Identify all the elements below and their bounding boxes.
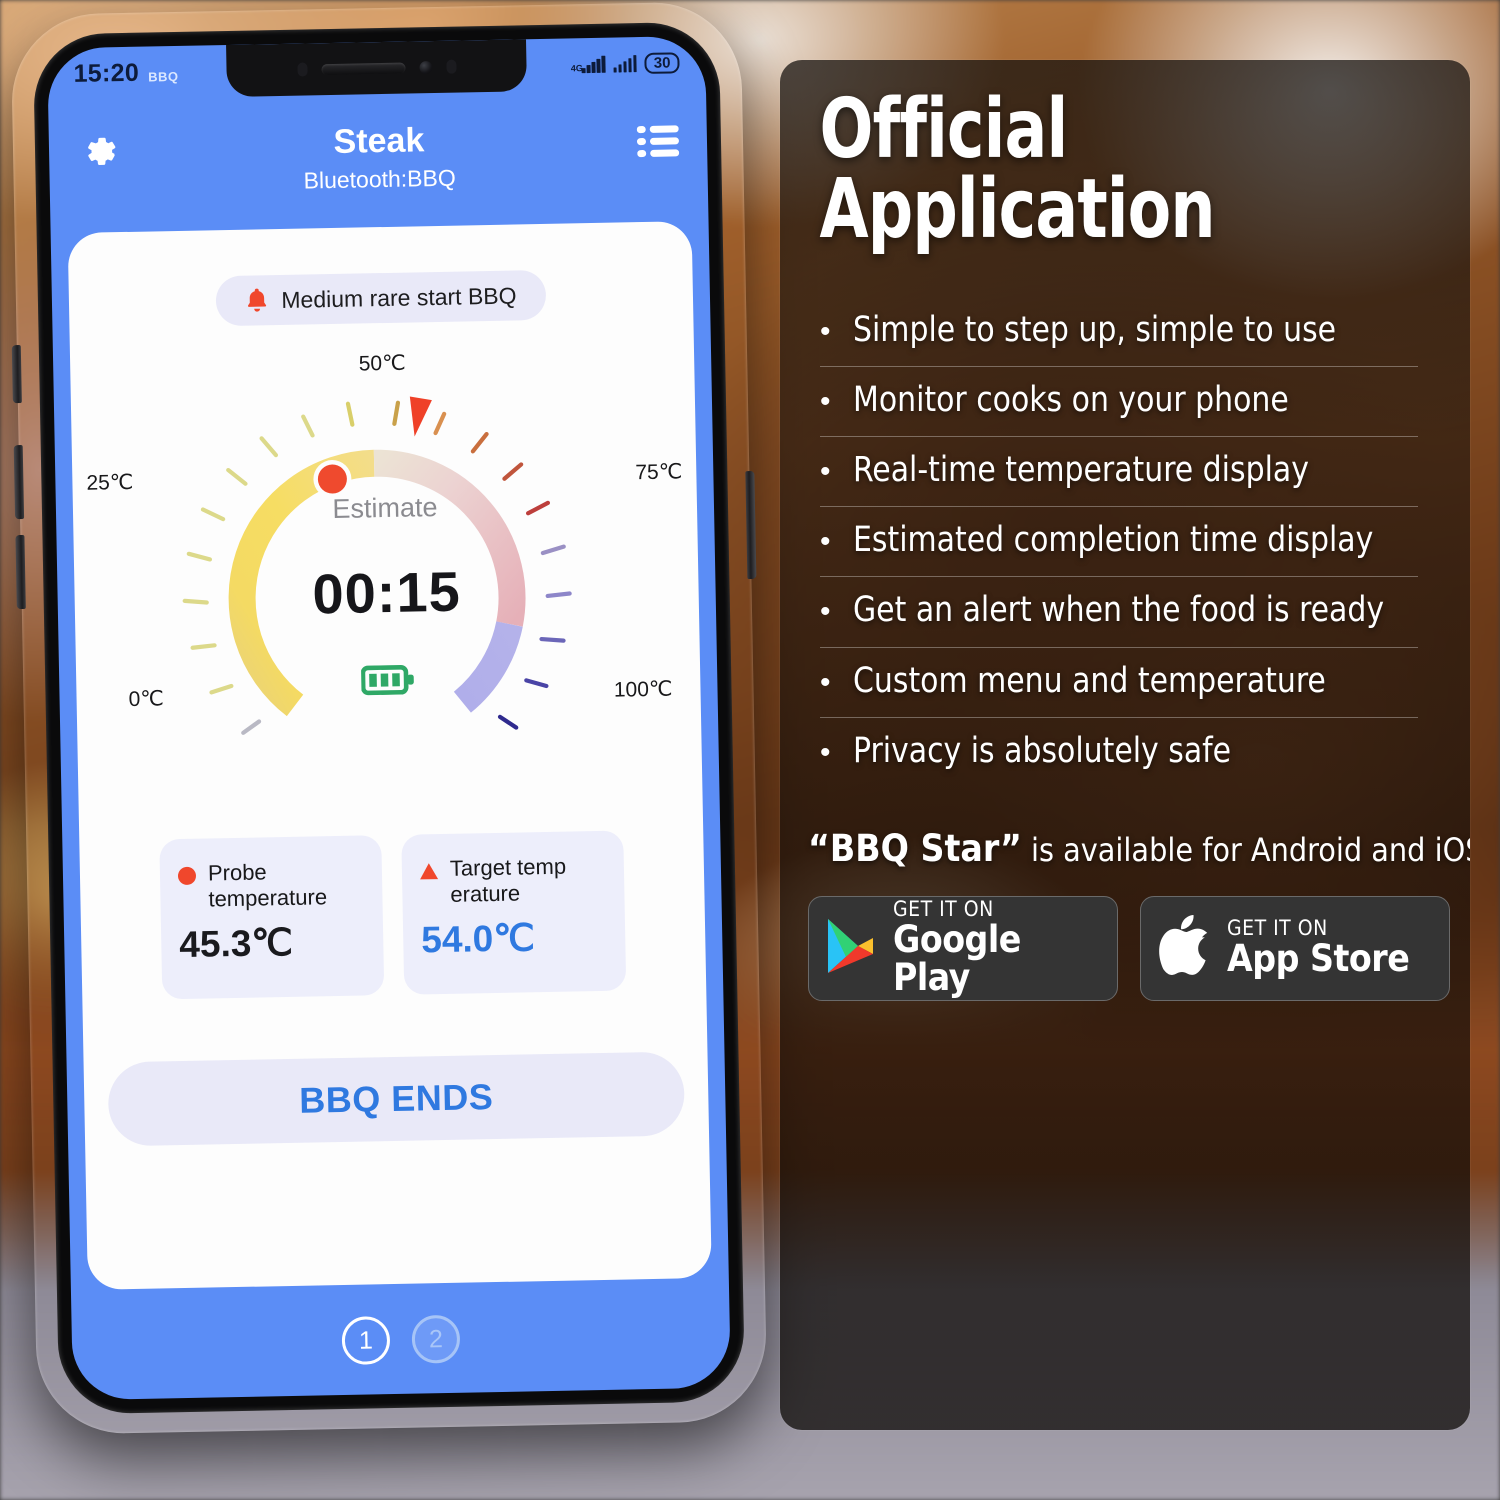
temperature-cards: Probe temperature 45.3℃ Target temp erat…	[79, 829, 706, 1001]
promo-panel: Official Application • Simple to step up…	[780, 60, 1470, 1430]
google-play-badge[interactable]: GET IT ON Google Play	[808, 896, 1118, 1002]
availability-text: “BBQ Star” is available for Android and …	[808, 827, 1470, 870]
bell-icon	[245, 287, 269, 313]
status-carrier: BBQ	[147, 68, 179, 85]
feature-item: • Real-time temperature display	[820, 437, 1418, 508]
alert-status-chip[interactable]: Medium rare start BBQ	[215, 269, 547, 327]
probe-selector-2[interactable]: 2	[411, 1314, 461, 1364]
temperature-gauge: 50℃ 25℃ 75℃ 0℃ 100℃ Estimate 00:15	[70, 339, 702, 771]
phone-notch	[226, 39, 527, 97]
feature-text: Privacy is absolutely safe	[852, 730, 1231, 771]
badge-store-name: App Store	[1227, 937, 1410, 981]
signal-bars-secondary-icon	[613, 54, 637, 73]
target-temperature-label: Target temp erature	[450, 854, 567, 908]
status-time: 15:20	[73, 58, 140, 88]
target-label-line2: erature	[450, 880, 521, 907]
bullet-icon: •	[820, 735, 831, 769]
probe-selector-1[interactable]: 1	[341, 1316, 391, 1366]
target-triangle-marker	[409, 396, 432, 437]
connection-subtitle: Bluetooth:BBQ	[303, 164, 456, 194]
probe-temperature-card[interactable]: Probe temperature 45.3℃	[159, 835, 385, 1000]
probe-label-line2: temperature	[208, 884, 328, 912]
bullet-icon: •	[820, 525, 831, 559]
gauge-tick-label-0: 0℃	[128, 687, 165, 711]
target-temperature-value: 54.0℃	[420, 917, 536, 961]
earpiece-speaker-icon	[320, 62, 406, 75]
gauge-tick-label-25: 25℃	[86, 470, 134, 495]
target-temperature-card[interactable]: Target temp erature 54.0℃	[401, 830, 627, 995]
battery-pill-icon: 30	[644, 51, 680, 74]
gauge-tick-label-75: 75℃	[635, 460, 683, 485]
page-title: Steak	[333, 121, 425, 161]
promo-headline-line2: Application	[819, 162, 1216, 258]
volume-up-button[interactable]	[13, 444, 25, 520]
probe-selector-dots: 1 2	[72, 1310, 731, 1371]
feature-item: • Privacy is absolutely safe	[820, 718, 1418, 787]
alert-text: Medium rare start BBQ	[281, 281, 517, 313]
bullet-icon: •	[820, 665, 831, 699]
phone-screen: 15:20 BBQ 4G 30 Steak Bluetooth:BBQ Medi…	[47, 35, 731, 1401]
feature-list: • Simple to step up, simple to use • Mon…	[820, 297, 1418, 787]
bullet-icon: •	[820, 455, 831, 489]
google-play-icon	[825, 917, 877, 980]
phone-mockup: 15:20 BBQ 4G 30 Steak Bluetooth:BBQ Medi…	[10, 1, 767, 1435]
bbq-ends-button[interactable]: BBQ ENDS	[107, 1051, 686, 1147]
app-header: Steak Bluetooth:BBQ	[48, 88, 708, 221]
feature-item: • Get an alert when the food is ready	[820, 577, 1418, 648]
brand-name: “BBQ Star”	[808, 827, 1022, 871]
feature-item: • Simple to step up, simple to use	[820, 297, 1418, 367]
gauge-tick-label-100: 100℃	[613, 677, 673, 702]
estimate-time-value: 00:15	[311, 559, 462, 626]
front-camera-icon	[418, 60, 433, 74]
app-store-badge[interactable]: GET IT ON App Store	[1140, 896, 1450, 1002]
main-content-card: Medium rare start BBQ 50℃ 25℃ 75℃ 0℃ 100…	[67, 221, 712, 1290]
target-label-line1: Target temp	[449, 853, 567, 881]
probe-temperature-label: Probe temperature	[208, 858, 328, 912]
promo-headline-line1: Official	[819, 82, 1069, 177]
feature-item: • Estimated completion time display	[820, 507, 1418, 578]
feature-item: • Custom menu and temperature	[820, 648, 1418, 718]
gear-icon[interactable]	[77, 129, 122, 174]
bullet-icon: •	[820, 384, 831, 418]
bullet-icon: •	[820, 595, 831, 629]
bullet-icon: •	[820, 314, 831, 348]
probe-dot-icon	[177, 866, 197, 886]
feature-text: Estimated completion time display	[852, 520, 1373, 561]
feature-text: Simple to step up, simple to use	[852, 309, 1336, 350]
signal-bars-icon: 4G	[571, 55, 606, 73]
badge-store-name: Google Play	[893, 917, 1021, 1000]
mute-switch[interactable]	[11, 345, 22, 404]
feature-text: Real-time temperature display	[852, 450, 1309, 491]
apple-icon	[1157, 914, 1211, 983]
battery-green-icon	[360, 664, 416, 696]
availability-rest: is available for Android and iOS	[1021, 831, 1470, 870]
feature-text: Monitor cooks on your phone	[852, 379, 1289, 420]
promo-headline: Official Application	[780, 60, 1373, 251]
ambient-sensor-icon	[445, 59, 457, 74]
gauge-tick-label-50: 50℃	[358, 351, 406, 376]
probe-temperature-value: 45.3℃	[178, 921, 294, 965]
feature-text: Get an alert when the food is ready	[852, 590, 1384, 631]
feature-item: • Monitor cooks on your phone	[820, 367, 1418, 438]
list-menu-icon[interactable]	[636, 124, 680, 159]
signal-bars-primary-icon	[581, 55, 606, 73]
store-badges: GET IT ON Google Play GET IT ON App Stor…	[808, 896, 1470, 1002]
target-triangle-icon	[419, 863, 439, 880]
probe-label-line1: Probe	[207, 859, 267, 886]
proximity-sensor-icon	[296, 62, 308, 77]
feature-text: Custom menu and temperature	[852, 660, 1326, 701]
volume-down-button[interactable]	[15, 534, 26, 610]
